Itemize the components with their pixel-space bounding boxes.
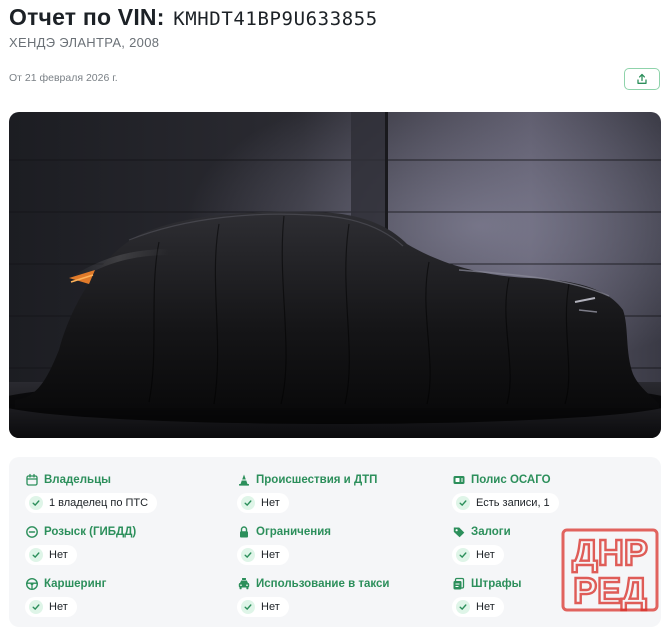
status-value: Есть записи, 1 (476, 497, 550, 509)
taxi-icon (237, 577, 251, 591)
check-icon (241, 600, 255, 614)
status-chip: Нет (452, 597, 504, 617)
summary-item-pledges: Залоги Нет (452, 525, 511, 567)
summary-item-fines: Штрафы Нет (452, 577, 522, 619)
status-value: Нет (49, 601, 68, 613)
status-value: 1 владелец по ПТС (49, 497, 149, 509)
summary-item-title: Полис ОСАГО (471, 474, 551, 486)
summary-item-title: Ограничения (256, 526, 331, 538)
status-value: Нет (261, 497, 280, 509)
check-icon (456, 496, 470, 510)
share-icon (637, 73, 647, 84)
watermark-logo: ДНР РЕД (560, 527, 660, 613)
summary-item-title: Залоги (471, 526, 511, 538)
summary-item-carsharing: Каршеринг Нет (25, 577, 106, 619)
summary-item-title: Происшествия и ДТП (256, 474, 378, 486)
summary-item-owners: Владельцы 1 владелец по ПТС (25, 473, 158, 515)
summary-item-restrictions: Ограничения Нет (237, 525, 331, 567)
page-title: Отчет по VIN: KMHDT41BP9U633855 (9, 4, 378, 31)
status-chip: Нет (25, 545, 77, 565)
summary-item-title: Владельцы (44, 474, 111, 486)
check-icon (29, 496, 43, 510)
check-icon (241, 496, 255, 510)
status-chip: Есть записи, 1 (452, 493, 559, 513)
title-prefix: Отчет по VIN: (9, 4, 165, 30)
watermark-line2: РЕД (573, 570, 647, 611)
status-value: Нет (261, 549, 280, 561)
status-chip: Нет (25, 597, 77, 617)
vin-number: KMHDT41BP9U633855 (173, 8, 378, 30)
status-value: Нет (261, 601, 280, 613)
policy-card-icon (452, 473, 466, 487)
steering-wheel-icon (25, 577, 39, 591)
summary-item-osago: Полис ОСАГО Есть записи, 1 (452, 473, 559, 515)
check-icon (29, 600, 43, 614)
share-button[interactable] (624, 68, 660, 90)
watermark-line1: ДНР (572, 532, 648, 573)
summary-item-accidents: Происшествия и ДТП Нет (237, 473, 377, 515)
status-chip: Нет (237, 493, 289, 513)
check-icon (241, 548, 255, 562)
status-value: Нет (476, 549, 495, 561)
summary-item-taxi: Использование в такси Нет (237, 577, 389, 619)
vehicle-name: ХЕНДЭ ЭЛАНТРА, 2008 (9, 35, 160, 50)
receipt-icon (452, 577, 466, 591)
summary-item-title: Штрафы (471, 578, 522, 590)
summary-item-wanted: Розыск (ГИБДД) Нет (25, 525, 136, 567)
check-icon (29, 548, 43, 562)
lock-icon (237, 525, 251, 539)
status-chip: Нет (237, 597, 289, 617)
warning-cone-icon (237, 473, 251, 487)
search-icon (25, 525, 39, 539)
summary-item-title: Использование в такси (256, 578, 390, 590)
tag-icon (452, 525, 466, 539)
check-icon (456, 600, 470, 614)
status-chip: 1 владелец по ПТС (25, 493, 158, 513)
vehicle-image (9, 112, 661, 438)
status-value: Нет (49, 549, 68, 561)
summary-item-title: Каршеринг (44, 578, 107, 590)
summary-item-title: Розыск (ГИБДД) (44, 526, 137, 538)
report-date: От 21 февраля 2026 г. (9, 72, 118, 84)
status-chip: Нет (237, 545, 289, 565)
calendar-icon (25, 473, 39, 487)
check-icon (456, 548, 470, 562)
status-chip: Нет (452, 545, 504, 565)
status-value: Нет (476, 601, 495, 613)
